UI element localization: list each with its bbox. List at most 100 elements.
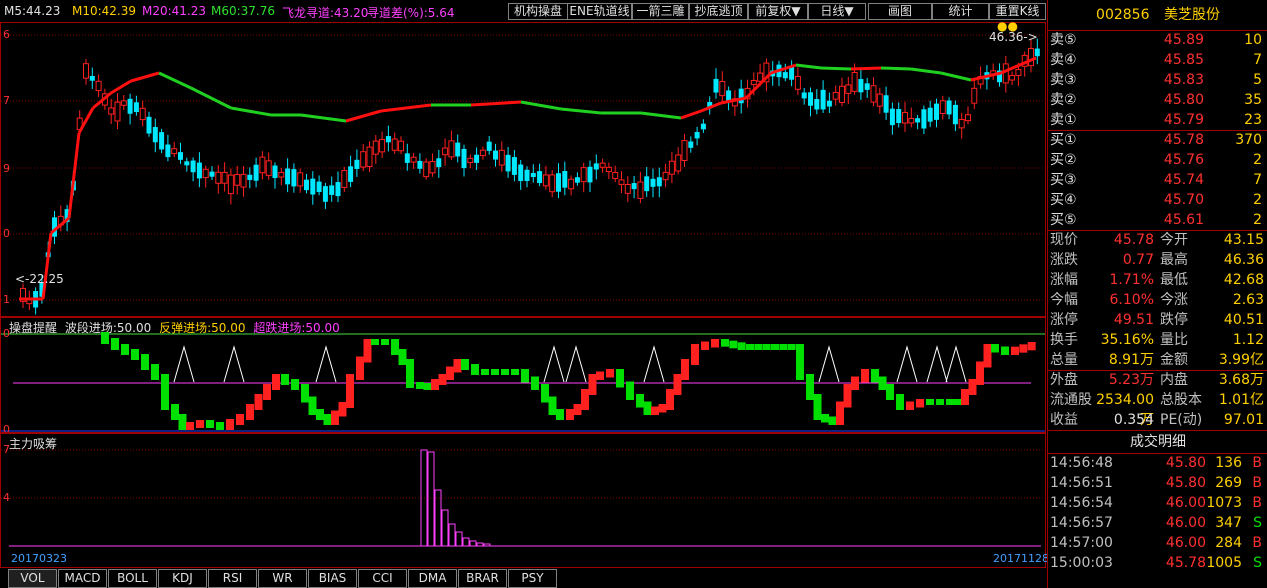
kline-chart[interactable] — [1, 23, 1045, 317]
toolbar-button-0[interactable]: 机构操盘 — [508, 3, 568, 20]
bids-label: 买⑤ — [1050, 212, 1077, 228]
bids-row-0[interactable]: 买① 45.78 370 — [1048, 130, 1267, 150]
ma-segment-29 — [910, 67, 942, 75]
candle-body-35 — [240, 173, 247, 188]
trade-row[interactable]: 14:56:48 45.80 136 B — [1048, 453, 1267, 473]
bids-row-3[interactable]: 买④ 45.70 2 — [1048, 190, 1267, 210]
toolbar-button-8[interactable]: 重置K线 — [989, 3, 1046, 20]
toolbar-button-7[interactable]: 统计 — [932, 3, 989, 20]
quote-value: 46.36 — [1223, 252, 1264, 268]
candle-body-28 — [196, 162, 202, 179]
tab-cci[interactable]: CCI — [358, 569, 407, 588]
signal-bar-10-0 — [281, 374, 289, 385]
asks-row-3[interactable]: 卖② 45.80 35 — [1048, 90, 1267, 110]
quote-row-2: 涨幅 1.71% 最低 42.68 — [1048, 270, 1267, 290]
candle-body-64 — [423, 161, 430, 178]
candle-body-25 — [178, 152, 183, 160]
candle-body-67 — [442, 147, 449, 156]
toolbar-button-5[interactable]: 日线▼ — [808, 3, 866, 20]
candle-body-89 — [580, 167, 587, 183]
bids-row-1[interactable]: 买② 45.76 2 — [1048, 150, 1267, 170]
trades-title[interactable]: 成交明细 — [1048, 430, 1267, 454]
bids-volume: 2 — [1253, 212, 1262, 228]
quote-panel: 002856 美芝股份 卖⑤ 45.89 10 卖④ 45.85 7 卖③ 45.83 5 卖② 4… — [1047, 0, 1267, 588]
candle-body-156 — [1002, 63, 1009, 84]
asks-row-1[interactable]: 卖④ 45.85 7 — [1048, 50, 1267, 70]
trade-side: B — [1252, 495, 1262, 511]
candle-body-20 — [146, 116, 152, 134]
tab-kdj[interactable]: KDJ — [158, 569, 207, 588]
signal-panel[interactable]: 操盘提醒 波段进场:50.00 反弹进场:50.00 超跌进场:50.00 0 … — [0, 316, 1046, 436]
candle-body-86 — [562, 171, 568, 188]
kline-panel[interactable]: 6 7 9 0 1 <-22.25 46.36-> ●● — [0, 19, 1046, 318]
candle-body-62 — [410, 156, 417, 163]
quote-label: 涨跌 — [1050, 252, 1078, 268]
signal-bar-45-1 — [878, 376, 887, 390]
bids-row-4[interactable]: 买⑤ 45.61 2 — [1048, 210, 1267, 230]
candle-body-82 — [537, 171, 543, 184]
candle-body-150 — [965, 114, 971, 122]
toolbar-button-1[interactable]: ENE轨道线 — [567, 3, 632, 20]
ma-segment-26 — [820, 66, 852, 71]
candle-body-72 — [474, 154, 480, 163]
toolbar-button-4[interactable]: 前复权▼ — [748, 3, 808, 20]
signal-bar-19-1 — [423, 383, 432, 390]
tab-wr[interactable]: WR — [258, 569, 307, 588]
toolbar-button-2[interactable]: 一箭三雕 — [632, 3, 689, 20]
low-price-marker: <-22.25 — [15, 272, 64, 286]
capital-panel[interactable]: 主力吸筹 7 4 20170323 20171128 — [0, 432, 1049, 568]
quote-value: 35.16% — [1100, 332, 1154, 348]
ma-segment-12 — [345, 109, 382, 123]
trade-side: S — [1253, 515, 1262, 531]
tab-brar[interactable]: BRAR — [458, 569, 507, 588]
trade-row[interactable]: 14:56:57 46.00 347 S — [1048, 513, 1267, 533]
trade-side: B — [1252, 475, 1262, 491]
quote-label: 外盘 — [1050, 372, 1078, 388]
candle-body-96 — [624, 184, 631, 194]
signal-bar-48-0 — [926, 399, 934, 405]
candle-body-111 — [719, 81, 726, 97]
candle-body-93 — [605, 166, 612, 173]
capital-chart[interactable] — [1, 433, 1045, 567]
capital-bar-1 — [427, 451, 435, 547]
asks-volume: 10 — [1244, 32, 1262, 48]
quote-label: 涨幅 — [1050, 272, 1078, 288]
signal-bar-3-0 — [161, 374, 169, 410]
asks-row-2[interactable]: 卖③ 45.83 5 — [1048, 70, 1267, 90]
toolbar-button-3[interactable]: 抄底逃顶 — [689, 3, 748, 20]
toolbar-button-6[interactable]: 画图 — [868, 3, 932, 20]
bids-row-2[interactable]: 买③ 45.74 7 — [1048, 170, 1267, 190]
trade-row[interactable]: 15:00:03 45.78 1005 S — [1048, 553, 1267, 573]
tab-psy[interactable]: PSY — [508, 569, 557, 588]
candle-body-61 — [404, 153, 410, 163]
asks-row-4[interactable]: 卖① 45.79 23 — [1048, 110, 1267, 130]
candle-body-53 — [354, 159, 360, 169]
candle-body-12 — [95, 80, 102, 92]
tab-rsi[interactable]: RSI — [208, 569, 257, 588]
candle-body-116 — [750, 79, 757, 86]
tab-dma[interactable]: DMA — [408, 569, 457, 588]
signal-bar-17-1 — [398, 349, 407, 365]
signal-bar-46-1 — [896, 394, 904, 410]
quote-value: 6.10% — [1109, 292, 1154, 308]
signal-peak-4 — [565, 345, 587, 383]
trade-row[interactable]: 14:56:51 45.80 269 B — [1048, 473, 1267, 493]
candle-body-123 — [794, 75, 801, 90]
asks-row-0[interactable]: 卖⑤ 45.89 10 — [1048, 30, 1267, 50]
candle-body-65 — [429, 160, 436, 174]
trade-row[interactable]: 14:56:54 46.00 1073 B — [1048, 493, 1267, 513]
tab-macd[interactable]: MACD — [58, 569, 107, 588]
quote-row-6: 总量 8.91万 金额 3.99亿 — [1048, 350, 1267, 370]
signal-peak-9 — [945, 345, 967, 383]
signal-chart[interactable] — [1, 317, 1045, 433]
tab-boll[interactable]: BOLL — [108, 569, 157, 588]
trade-price: 46.00 — [1165, 495, 1206, 511]
stock-header[interactable]: 002856 美芝股份 — [1048, 0, 1267, 31]
tab-vol[interactable]: VOL — [8, 569, 57, 588]
indicator-tabs: VOL MACD BOLL KDJ RSI WR BIAS CCI DMA BRAR PSY — [0, 568, 1046, 588]
trade-row[interactable]: 14:57:00 46.00 284 B — [1048, 533, 1267, 553]
end-date: 20171128 — [993, 552, 1049, 565]
ma-segment-0 — [41, 232, 53, 300]
tab-bias[interactable]: BIAS — [308, 569, 357, 588]
ma-segment-2 — [67, 132, 81, 219]
